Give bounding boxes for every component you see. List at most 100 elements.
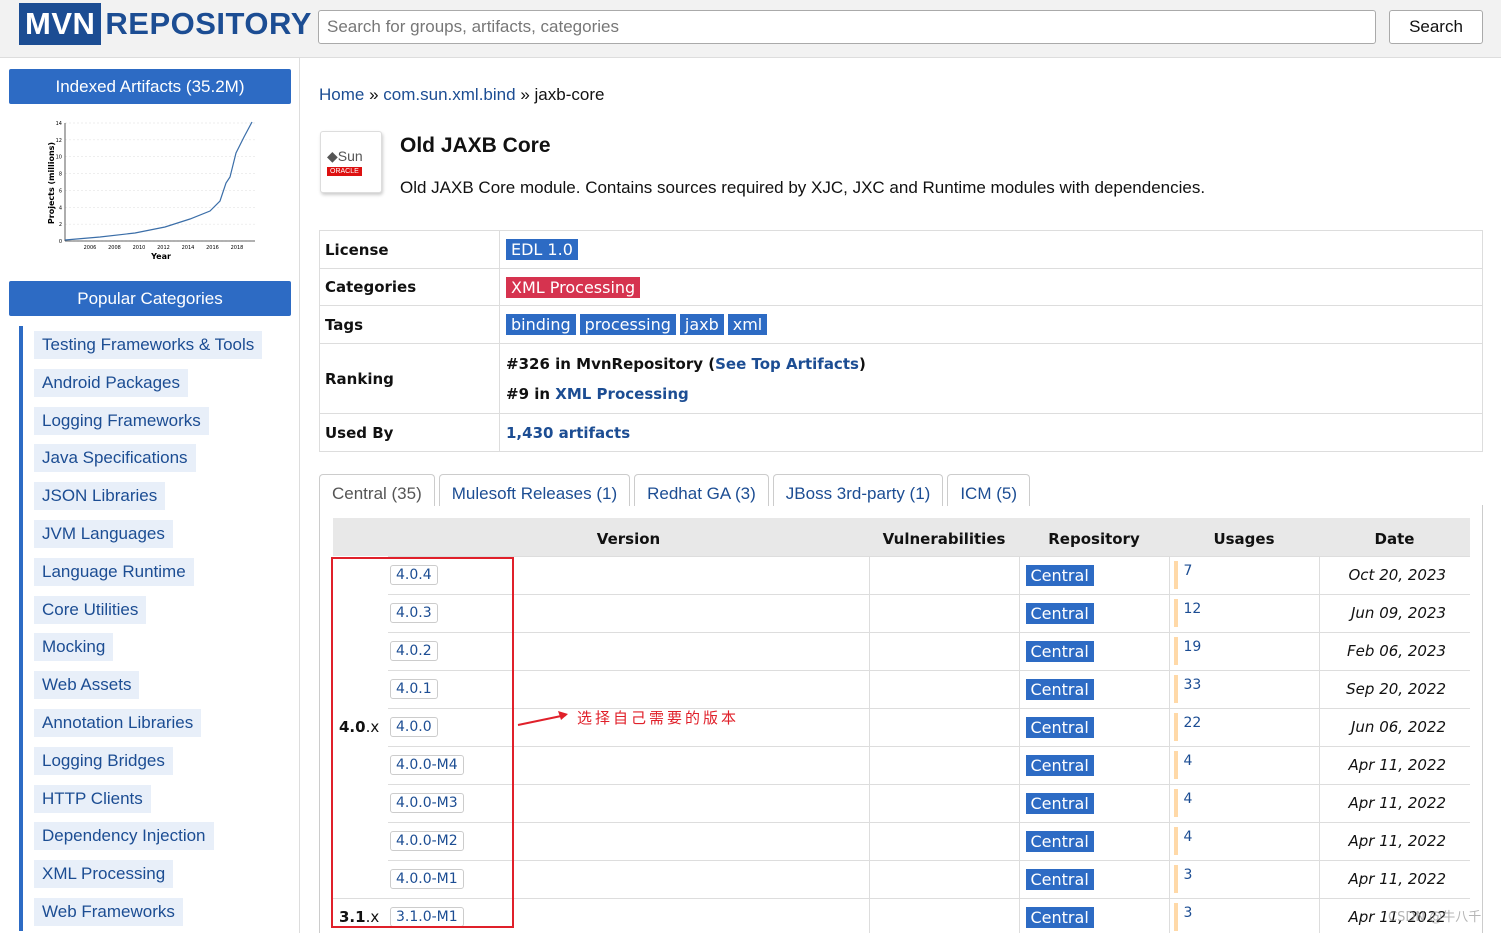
breadcrumb-home[interactable]: Home — [319, 85, 364, 104]
license-badge[interactable]: EDL 1.0 — [506, 239, 578, 260]
repository-tab[interactable]: ICM (5) — [947, 474, 1030, 506]
category-link[interactable]: Logging Frameworks — [34, 406, 209, 435]
rank-overall: #326 in MvnRepository (See Top Artifacts… — [506, 354, 866, 373]
x-tick-labels: 2006 2008 2010 2012 2014 2016 2018 — [84, 245, 244, 251]
usages-link[interactable]: 19 — [1173, 637, 1201, 665]
usages-link[interactable]: 4 — [1173, 789, 1192, 817]
indexed-artifacts-chart: 0 2 4 6 8 10 12 14 2006 2008 2010 2012 2014 2016 2018… — [40, 113, 260, 263]
vulnerabilities-cell — [868, 555, 1019, 594]
sun-logo-text: ◆Sun — [327, 148, 363, 164]
category-link[interactable]: Web Frameworks — [34, 897, 183, 926]
category-link[interactable]: Annotation Libraries — [34, 708, 202, 737]
category-link[interactable]: Dependency Injection — [34, 822, 214, 851]
release-date: Apr 11, 2022 — [1318, 821, 1470, 860]
site-header: MVN REPOSITORY Search — [0, 0, 1501, 58]
site-logo[interactable]: MVN REPOSITORY — [19, 3, 312, 45]
x-tick-label: 2006 — [84, 245, 97, 251]
release-date: Sep 20, 2022 — [1318, 669, 1470, 708]
breadcrumb-sep: » — [369, 85, 379, 104]
category-item[interactable]: JSON Libraries — [23, 477, 289, 515]
category-item[interactable]: Logging Bridges — [23, 742, 289, 780]
category-link[interactable]: Web Assets — [34, 671, 140, 700]
y-tick-label: 14 — [56, 121, 62, 127]
category-item[interactable]: Java Specifications — [23, 439, 289, 477]
repository-badge[interactable]: Central — [1025, 830, 1094, 852]
usages-link[interactable]: 7 — [1173, 561, 1192, 589]
breadcrumb: Home » com.sun.xml.bind » jaxb-core — [319, 85, 604, 105]
repository-badge[interactable]: Central — [1025, 792, 1094, 814]
x-tick-label: 2012 — [157, 245, 170, 251]
category-item[interactable]: Core Utilities — [23, 591, 289, 629]
category-item[interactable]: Web Assets — [23, 666, 289, 704]
usages-link[interactable]: 22 — [1173, 713, 1201, 741]
category-item[interactable]: Language Runtime — [23, 553, 289, 591]
usages-link[interactable]: 33 — [1173, 675, 1201, 703]
category-item[interactable]: Annotation Libraries — [23, 704, 289, 742]
category-item[interactable]: Logging Frameworks — [23, 402, 289, 440]
category-item[interactable]: JVM Languages — [23, 515, 289, 553]
category-link[interactable]: Core Utilities — [34, 595, 147, 624]
category-link[interactable]: Mocking — [34, 633, 114, 662]
category-item[interactable]: Dependency Injection — [23, 817, 289, 855]
repository-tab[interactable]: JBoss 3rd-party (1) — [772, 474, 944, 506]
search-input[interactable] — [318, 10, 1376, 44]
category-link[interactable]: JSON Libraries — [34, 482, 166, 511]
category-item[interactable]: Android Packages — [23, 364, 289, 402]
release-date: Jun 06, 2022 — [1318, 707, 1470, 746]
category-link[interactable]: JVM Languages — [34, 519, 173, 548]
repository-badge[interactable]: Central — [1025, 716, 1094, 738]
category-item[interactable]: HTTP Clients — [23, 780, 289, 818]
search-button[interactable]: Search — [1389, 10, 1483, 44]
repository-tab[interactable]: Mulesoft Releases (1) — [438, 474, 631, 506]
usages-link[interactable]: 12 — [1173, 599, 1201, 627]
tag-badge[interactable]: processing — [579, 314, 676, 335]
category-link[interactable]: Testing Frameworks & Tools — [34, 331, 263, 359]
category-link[interactable]: HTTP Clients — [34, 784, 151, 813]
repository-badge[interactable]: Central — [1025, 754, 1094, 776]
used-by-row: Used By 1,430 artifacts — [319, 413, 1483, 452]
popular-categories-heading[interactable]: Popular Categories — [9, 281, 291, 316]
repository-badge[interactable]: Central — [1025, 678, 1094, 700]
used-by-link[interactable]: 1,430 artifacts — [506, 424, 630, 442]
release-date: Jun 09, 2023 — [1318, 593, 1470, 632]
indexed-artifacts-heading[interactable]: Indexed Artifacts (35.2M) — [9, 69, 291, 104]
usages-link[interactable]: 3 — [1173, 903, 1192, 932]
category-item[interactable]: Mocking — [23, 628, 289, 666]
category-link[interactable]: Logging Bridges — [34, 746, 173, 775]
tags-cell: binding processing jaxb xml — [499, 305, 1483, 344]
release-date: Oct 20, 2023 — [1318, 555, 1470, 594]
xml-processing-rank-link[interactable]: XML Processing — [555, 385, 688, 403]
category-item[interactable]: XML Processing — [23, 855, 289, 893]
category-item[interactable]: Web Frameworks — [23, 893, 289, 931]
category-badge[interactable]: XML Processing — [506, 276, 641, 298]
tag-badge[interactable]: binding — [506, 314, 576, 335]
category-link[interactable]: XML Processing — [34, 860, 174, 889]
usages-link[interactable]: 3 — [1173, 865, 1192, 893]
usages-link[interactable]: 4 — [1173, 751, 1192, 779]
category-link[interactable]: Java Specifications — [34, 444, 196, 473]
repository-badge[interactable]: Central — [1025, 564, 1094, 586]
repository-badge[interactable]: Central — [1025, 602, 1094, 624]
breadcrumb-artifact: jaxb-core — [534, 85, 605, 104]
category-item[interactable]: Testing Frameworks & Tools — [23, 326, 289, 364]
breadcrumb-group[interactable]: com.sun.xml.bind — [383, 85, 515, 104]
usages-link[interactable]: 4 — [1173, 827, 1192, 855]
x-tick-label: 2008 — [108, 245, 121, 251]
repository-tab[interactable]: Redhat GA (3) — [634, 474, 769, 506]
repository-tab[interactable]: Central (35) — [319, 474, 435, 506]
vulnerabilities-cell — [868, 707, 1019, 746]
oracle-logo-text: ORACLE — [327, 167, 362, 176]
col-date: Date — [1319, 518, 1470, 556]
repository-badge[interactable]: Central — [1025, 906, 1094, 928]
tag-badge[interactable]: jaxb — [679, 314, 724, 335]
see-top-artifacts-link[interactable]: See Top Artifacts — [715, 355, 859, 373]
tag-badge[interactable]: xml — [727, 314, 768, 335]
repository-badge[interactable]: Central — [1025, 868, 1094, 890]
vulnerabilities-cell — [868, 593, 1019, 632]
category-link[interactable]: Android Packages — [34, 368, 188, 397]
category-link[interactable]: Language Runtime — [34, 557, 194, 586]
x-tick-label: 2018 — [231, 245, 244, 251]
repository-badge[interactable]: Central — [1025, 640, 1094, 662]
used-by-label: Used By — [319, 413, 500, 452]
vulnerabilities-cell — [868, 745, 1019, 784]
